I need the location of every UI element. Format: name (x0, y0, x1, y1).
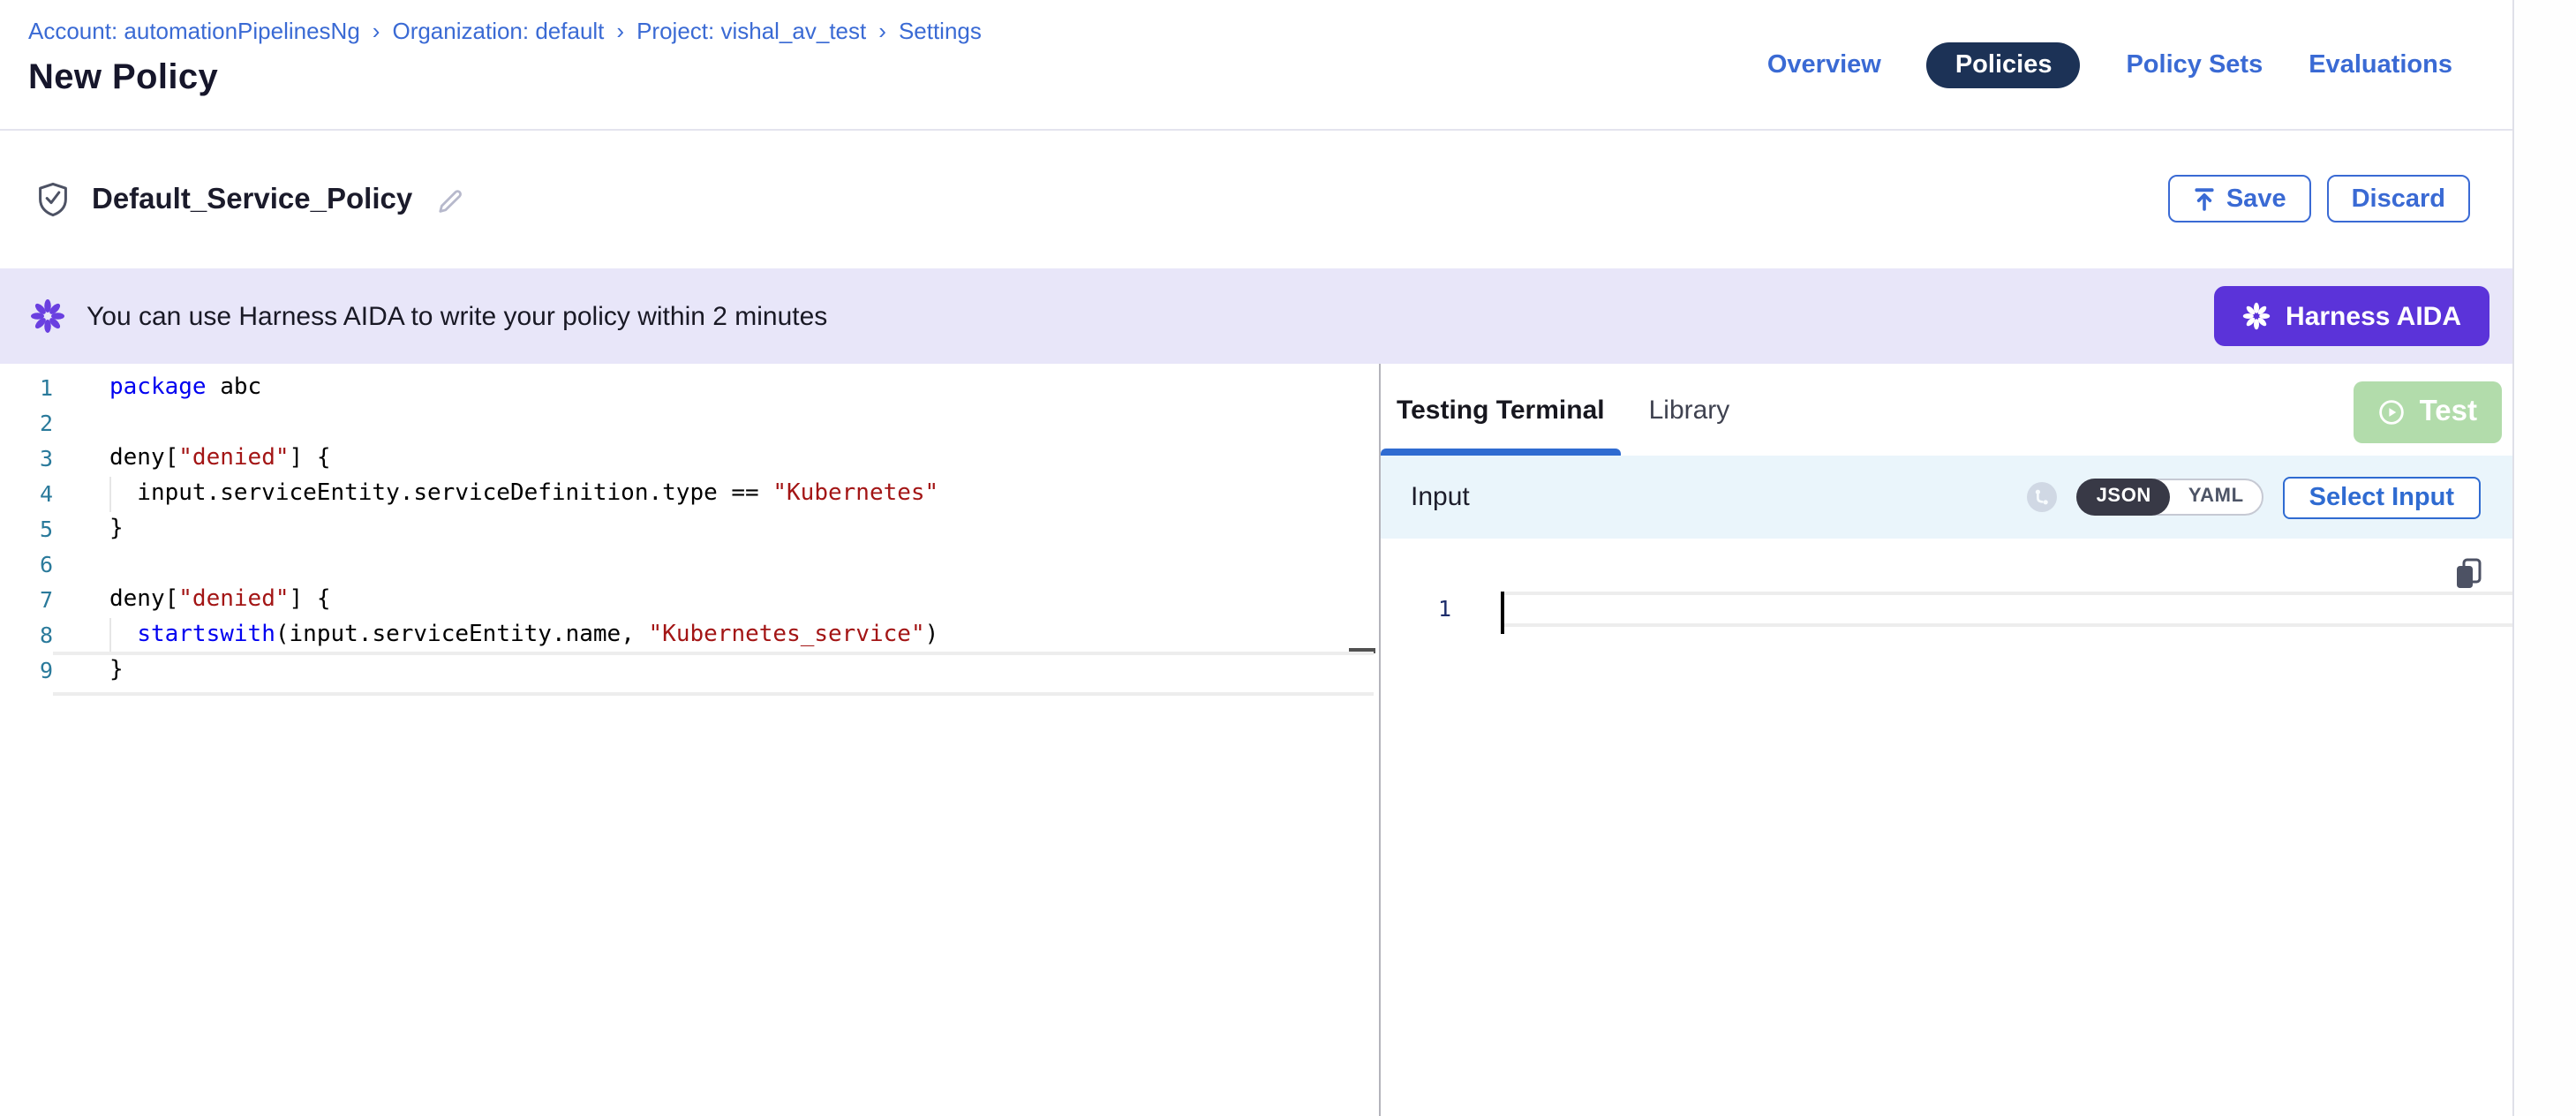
code-line[interactable]: 8 startswith(input.serviceEntity.name, "… (0, 618, 1379, 653)
policy-code-editor[interactable]: 1package abc23deny["denied"] {4 input.se… (0, 364, 1379, 1116)
upload-icon (2193, 186, 2216, 211)
line-number: 2 (0, 406, 53, 441)
aida-banner-message: You can use Harness AIDA to write your p… (87, 301, 827, 331)
test-button-label: Test (2420, 396, 2477, 429)
code-line[interactable]: 5} (0, 512, 1379, 547)
save-button-label: Save (2226, 185, 2286, 213)
input-source-branch-icon (2028, 482, 2058, 512)
line-number: 4 (0, 477, 53, 512)
code-line[interactable]: 4 input.serviceEntity.serviceDefinition.… (0, 477, 1379, 512)
input-editor-line-number: 1 (1381, 592, 1451, 627)
code-text: deny["denied"] { (109, 441, 331, 477)
select-input-button[interactable]: Select Input (2283, 476, 2481, 518)
harness-aida-button[interactable]: Harness AIDA (2213, 286, 2489, 346)
discard-button[interactable]: Discard (2327, 175, 2470, 222)
aida-sparkle-icon (30, 298, 65, 334)
shield-check-icon (37, 182, 69, 217)
line-number: 5 (0, 512, 53, 547)
breadcrumb-item[interactable]: Account: automationPipelinesNg (28, 18, 360, 44)
content-area: Account: automationPipelinesNg › Organizat… (0, 0, 2514, 1116)
edit-pencil-icon[interactable] (435, 185, 465, 215)
code-text: } (109, 512, 124, 547)
policy-name: Default_Service_Policy (92, 183, 412, 216)
test-button[interactable]: Test (2354, 381, 2502, 443)
current-line-highlight (1501, 592, 2512, 627)
breadcrumb: Account: automationPipelinesNg › Organizat… (28, 18, 982, 44)
harness-aida-button-label: Harness AIDA (2286, 301, 2461, 331)
code-line[interactable]: 9} (0, 653, 1379, 689)
code-text: } (109, 653, 124, 689)
format-option-yaml[interactable]: YAML (2171, 479, 2262, 516)
chevron-right-icon: › (373, 18, 380, 44)
nav-tab-evaluations[interactable]: Evaluations (2309, 51, 2452, 79)
aida-banner: You can use Harness AIDA to write your p… (0, 268, 2512, 364)
line-number: 3 (0, 441, 53, 477)
page-header: Account: automationPipelinesNg › Organizat… (0, 0, 2512, 131)
nav-tab-overview[interactable]: Overview (1767, 51, 1881, 79)
input-editor-current-line: 1 (1381, 592, 2512, 627)
code-text: deny["denied"] { (109, 583, 331, 618)
testing-panel-tabs: Testing TerminalLibrary Test (1381, 364, 2512, 456)
nav-tab-policy-sets[interactable]: Policy Sets (2126, 51, 2263, 79)
code-line[interactable]: 3 deny["denied"] { (0, 441, 1379, 477)
line-number: 1 (0, 371, 53, 406)
aida-sparkle-icon (2241, 302, 2270, 330)
breadcrumb-item[interactable]: Organization: default (392, 18, 604, 44)
discard-button-label: Discard (2352, 185, 2445, 213)
format-toggle: JSONYAML (2077, 479, 2263, 516)
code-text: package abc (109, 371, 261, 406)
code-line[interactable]: 1 package abc (0, 371, 1379, 406)
new-policy-page: Account: automationPipelinesNg › Organizat… (0, 0, 2576, 1116)
testing-panel: Testing TerminalLibrary Test Input (1381, 364, 2512, 1116)
input-json-editor[interactable]: 1 (1381, 539, 2512, 1116)
input-section-header: Input JSONYAML Select Input (1381, 456, 2512, 539)
save-button[interactable]: Save (2168, 175, 2311, 222)
chevron-right-icon: › (878, 18, 886, 44)
input-section-title: Input (1411, 482, 1470, 512)
page-title: New Policy (28, 58, 218, 99)
code-line[interactable]: 2 (0, 406, 1379, 441)
line-number: 7 (0, 583, 53, 618)
line-number: 6 (0, 547, 53, 583)
line-number: 9 (0, 653, 53, 689)
chevron-right-icon: › (616, 18, 624, 44)
nav-tabs: Overview Policies Policy Sets Evaluations (1767, 0, 2452, 131)
main-area: 1package abc23deny["denied"] {4 input.se… (0, 364, 2512, 1116)
code-text: input.serviceEntity.serviceDefinition.ty… (109, 477, 938, 512)
code-text: startswith(input.serviceEntity.name, "Ku… (109, 618, 938, 653)
code-line[interactable]: 6 (0, 547, 1379, 583)
nav-tab-policies[interactable]: Policies (1927, 42, 2081, 88)
breadcrumb-item[interactable]: Settings (899, 18, 982, 44)
format-option-json[interactable]: JSON (2077, 479, 2171, 516)
panel-tab-testing-terminal[interactable]: Testing Terminal (1381, 364, 1621, 456)
code-line[interactable]: 7 deny["denied"] { (0, 583, 1379, 618)
breadcrumb-item[interactable]: Project: vishal_av_test (636, 18, 866, 44)
play-circle-icon (2379, 399, 2406, 426)
page-gutter (2516, 0, 2576, 1116)
line-number: 8 (0, 618, 53, 653)
policy-toolbar: Default_Service_Policy Save Discard (0, 131, 2512, 268)
panel-tab-library[interactable]: Library (1633, 364, 1746, 456)
copy-icon[interactable] (2454, 558, 2482, 590)
text-cursor (1501, 592, 1504, 634)
